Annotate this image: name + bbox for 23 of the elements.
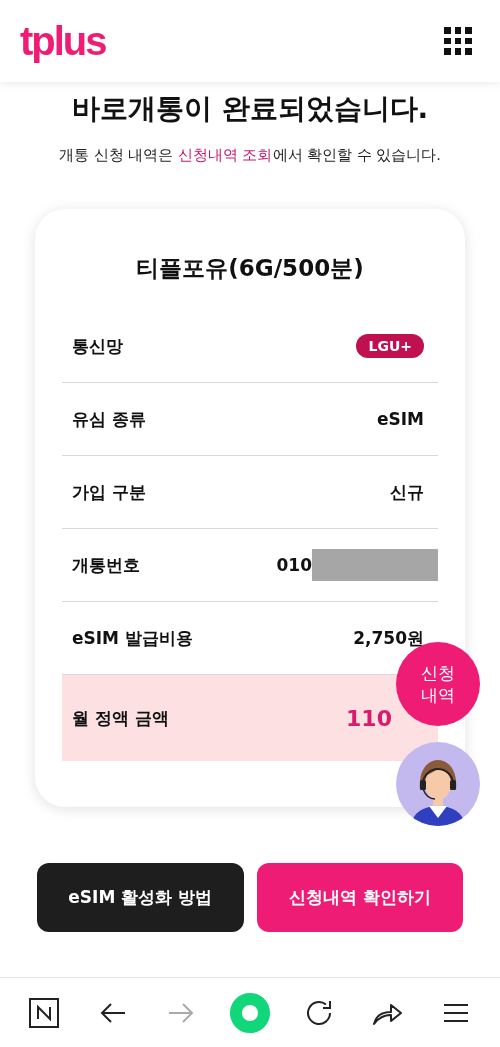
plan-name: 티플포유(6G/500분) xyxy=(135,254,365,283)
menu-icon[interactable] xyxy=(441,1001,470,1024)
page-title: 바로개통이 완료되었습니다. xyxy=(70,91,430,127)
row-value: 신규 xyxy=(390,480,425,504)
row-label: 개통번호 xyxy=(71,553,140,577)
guide-button[interactable]: eSIM 활성화 방법 xyxy=(37,863,244,932)
row-label: 월 정액 금액 xyxy=(71,706,169,730)
history-button[interactable]: 신청내역 확인하기 xyxy=(256,863,463,932)
logo[interactable]: tplus xyxy=(20,18,106,64)
network-badge: LGU+ xyxy=(356,334,424,358)
row-value: 110 xyxy=(346,705,393,731)
row-label: 가입 구분 xyxy=(71,480,146,504)
phone-number: 010 xyxy=(276,555,312,575)
grid-menu-icon[interactable] xyxy=(444,27,472,55)
n-icon[interactable] xyxy=(29,997,60,1028)
back-arrow-icon[interactable] xyxy=(98,1001,127,1024)
support-agent-icon[interactable] xyxy=(396,742,480,826)
row-value: eSIM xyxy=(377,409,425,429)
row-label: eSIM 발급비용 xyxy=(71,626,193,650)
row-label: 유심 종류 xyxy=(71,407,146,431)
row-label: 통신망 xyxy=(71,334,123,358)
info-text: 개통 신청 내역은 신청내역 조회 에서 확인할 수 있습니다. xyxy=(58,146,442,165)
history-link[interactable]: 신청내역 조회 xyxy=(177,147,273,163)
